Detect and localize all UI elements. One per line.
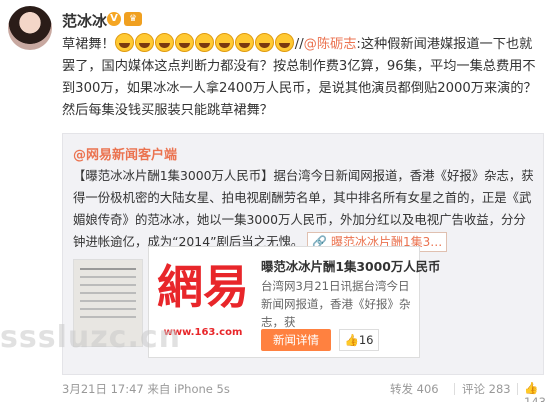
mention-prefix: // bbox=[294, 37, 304, 52]
repost-body: 【曝范冰冰片酬1集3000万人民币】据台湾今日新闻网报道，香港《好报》杂志，获得… bbox=[73, 168, 534, 249]
laughing-emoji-icon bbox=[254, 33, 274, 52]
laughing-emoji-icon bbox=[234, 33, 254, 52]
like-count: 143 bbox=[524, 395, 546, 402]
laughing-emoji-icon bbox=[194, 33, 214, 52]
mention-link[interactable]: @陈砺志 bbox=[304, 37, 357, 52]
repost-user-link[interactable]: @网易新闻客户端 bbox=[73, 144, 177, 163]
emoji-row bbox=[114, 33, 295, 52]
username[interactable]: 范冰冰 bbox=[62, 10, 107, 31]
card-description: 台湾网3月21日讯据台湾今日新闻网报道，香港《好报》杂志，获 bbox=[261, 279, 411, 329]
like-button[interactable]: 👍 143 bbox=[524, 381, 546, 402]
watermark: sssluzc.cn bbox=[0, 320, 181, 355]
laughing-emoji-icon bbox=[274, 33, 294, 52]
thumb-up-icon: 👍 bbox=[524, 381, 539, 395]
post-prefix: 草裙舞！ bbox=[62, 37, 115, 52]
laughing-emoji-icon bbox=[134, 33, 154, 52]
post-footer: 3月21日 17:47 来自 iPhone 5s 转发 406 评论 283 👍… bbox=[62, 379, 546, 402]
repost-text: 【曝范冰冰片酬1集3000万人民币】据台湾今日新闻网报道，香港《好报》杂志，获得… bbox=[73, 165, 535, 253]
card-like-button[interactable]: 👍16 bbox=[339, 329, 379, 351]
laughing-emoji-icon bbox=[114, 33, 134, 52]
comment-button[interactable]: 评论 283 bbox=[462, 381, 511, 397]
verified-icon: V bbox=[107, 12, 121, 26]
forward-button[interactable]: 转发 406 bbox=[390, 381, 439, 397]
post-text: 草裙舞！//@陈砺志:这种假新闻港媒报道一下也就罢了，国内媒体这点判断力都没有？… bbox=[62, 33, 540, 122]
post-time-source[interactable]: 3月21日 17:47 来自 iPhone 5s bbox=[62, 381, 230, 397]
divider bbox=[517, 383, 518, 395]
news-card[interactable]: 網易 www.163.com 曝范冰冰片酬1集3000万人民币 台湾网3月21日… bbox=[148, 246, 440, 358]
vip-crown-icon: ♛ bbox=[124, 12, 142, 26]
logo-text: 網易 bbox=[157, 260, 249, 314]
divider bbox=[454, 383, 455, 395]
card-title[interactable]: 曝范冰冰片酬1集3000万人民币 bbox=[261, 257, 440, 275]
laughing-emoji-icon bbox=[154, 33, 174, 52]
news-details-button[interactable]: 新闻详情 bbox=[261, 329, 331, 351]
laughing-emoji-icon bbox=[174, 33, 194, 52]
avatar[interactable] bbox=[8, 6, 52, 50]
laughing-emoji-icon bbox=[214, 33, 234, 52]
